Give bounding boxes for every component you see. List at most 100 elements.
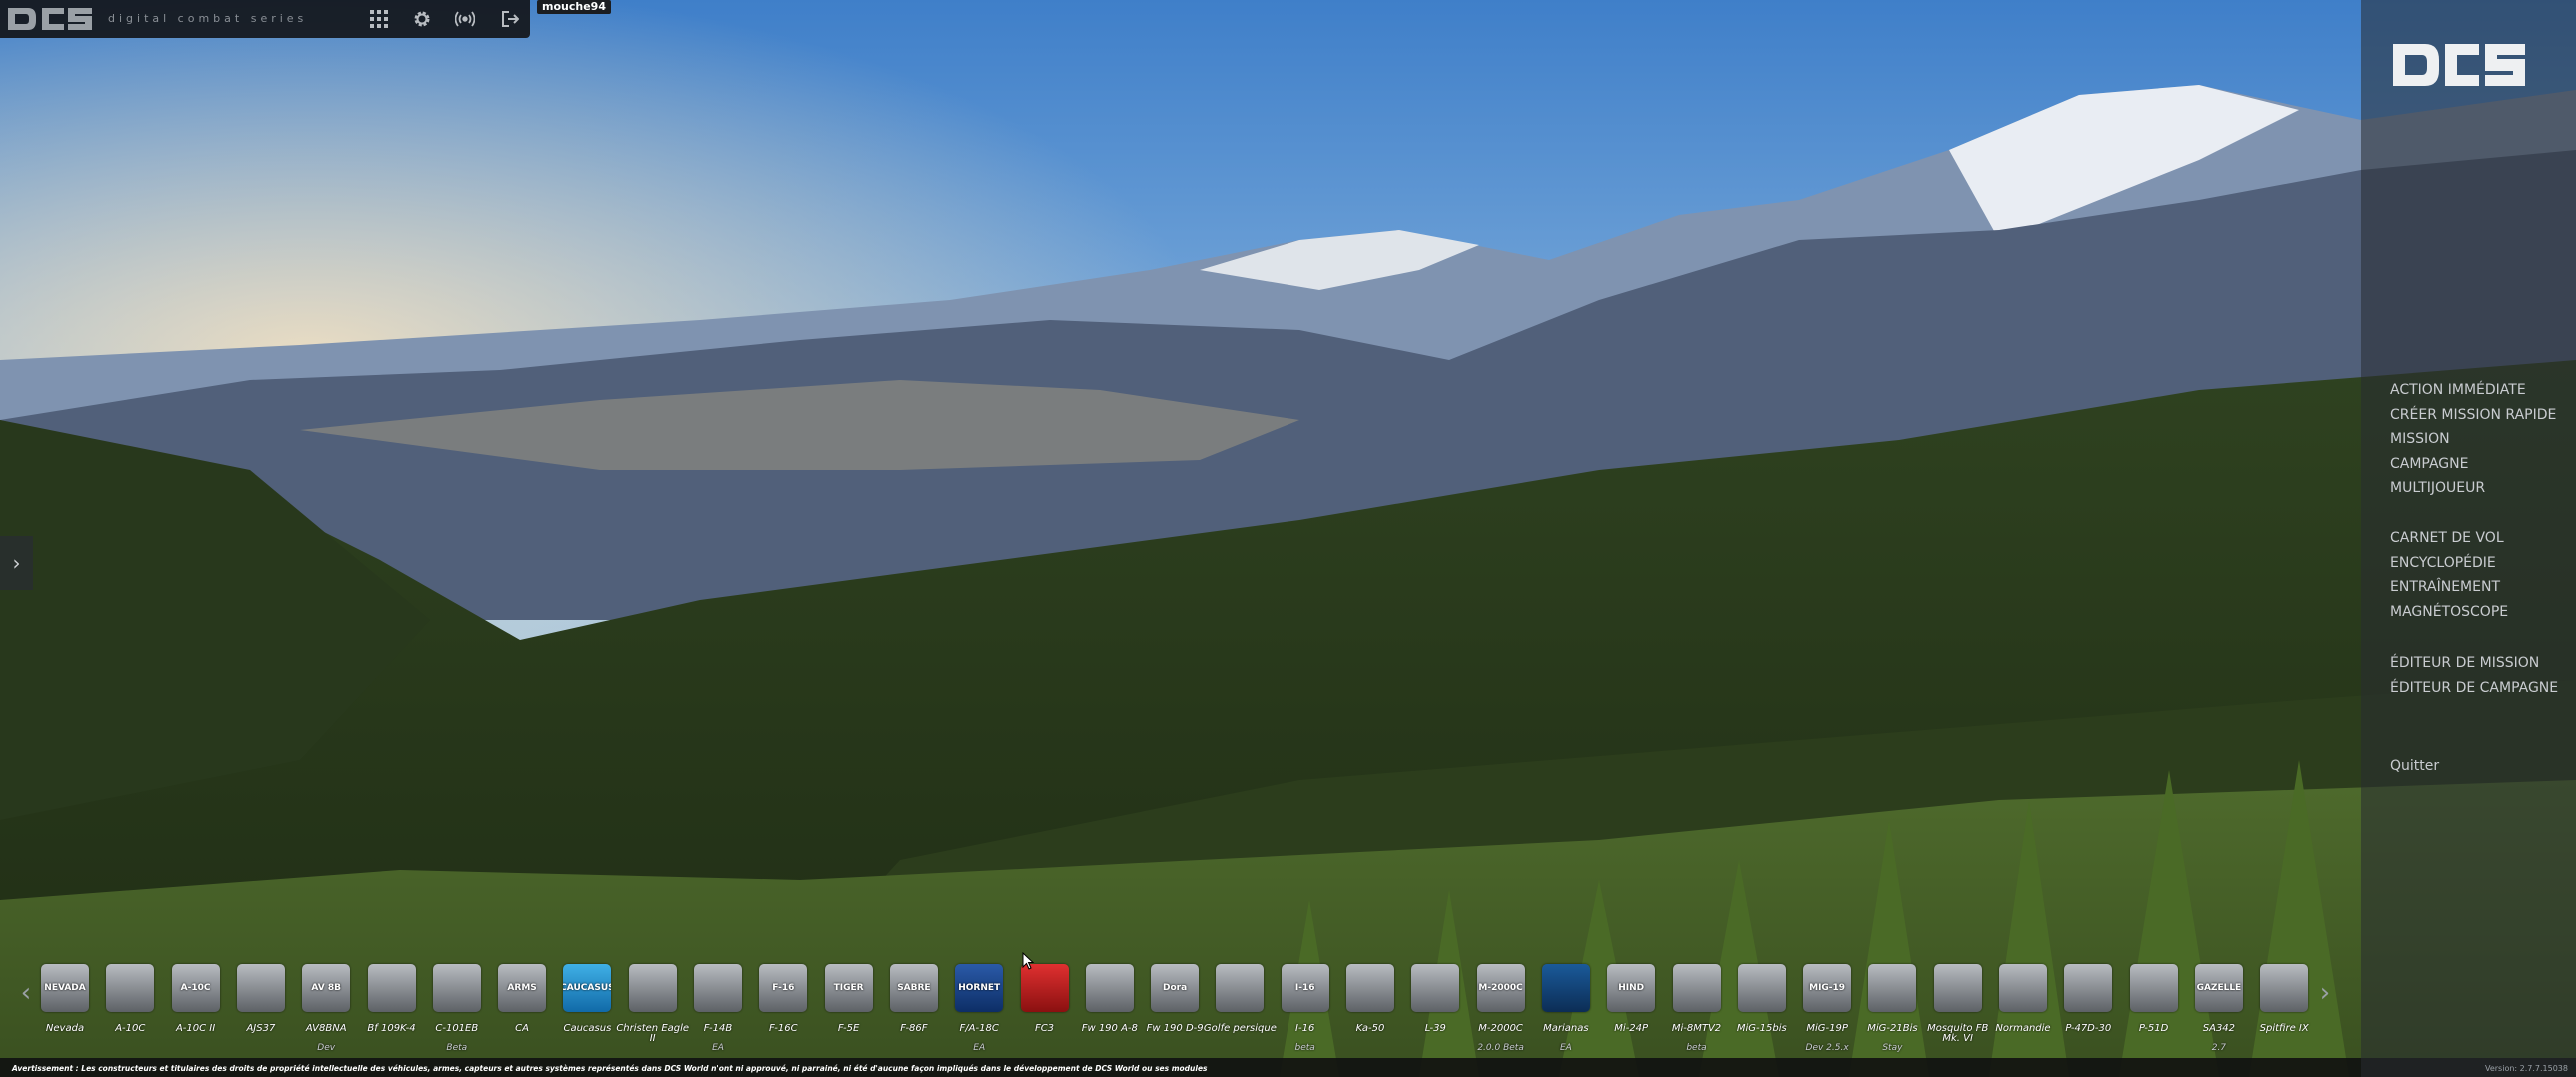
module-tile[interactable]: GAZELLE SA342 2.7 xyxy=(2189,964,2249,1054)
module-status: beta xyxy=(1294,1043,1315,1053)
modules-scroll-right[interactable]: › xyxy=(2315,978,2335,1008)
module-tile[interactable]: HIND Mi-24P xyxy=(1601,964,1661,1054)
module-badge-label: TIGER xyxy=(833,983,864,993)
module-tile[interactable]: A-10C A-10C II xyxy=(166,964,226,1054)
module-tile[interactable]: Bf 109K-4 xyxy=(362,964,422,1054)
module-tile[interactable]: Christen Eagle II xyxy=(616,964,689,1054)
menu-item[interactable]: MISSION xyxy=(2390,431,2450,447)
module-tile[interactable]: SABRE F-86F xyxy=(884,964,944,1054)
version-text: Version: 2.7.7.15038 xyxy=(2484,1064,2568,1073)
main-menu-panel: ACTION IMMÉDIATE CRÉER MISSION RAPIDE MISS… xyxy=(2361,0,2576,1077)
module-badge-label: CAUCASUS xyxy=(563,983,612,993)
module-badge: HORNET xyxy=(955,964,1004,1012)
menu-item[interactable]: MAGNÉTOSCOPE xyxy=(2390,604,2508,620)
disclaimer-text: Avertissement : Les constructeurs et tit… xyxy=(12,1064,1208,1073)
module-tile[interactable]: CAUCASUS Caucasus xyxy=(557,964,617,1054)
module-badge-label: A-10C xyxy=(180,983,211,993)
module-badge xyxy=(1999,964,2047,1012)
module-tile[interactable]: ARMS CA xyxy=(492,964,552,1054)
menu-item[interactable]: CRÉER MISSION RAPIDE xyxy=(2390,407,2556,423)
module-status: EA xyxy=(1559,1043,1572,1053)
module-badge xyxy=(1737,964,1786,1012)
menu-item[interactable]: ACTION IMMÉDIATE xyxy=(2390,382,2526,398)
menu-item[interactable]: MULTIJOUEUR xyxy=(2390,480,2485,496)
settings-button[interactable] xyxy=(409,6,435,32)
module-status: Dev xyxy=(317,1043,336,1053)
module-tile[interactable]: P-47D-30 xyxy=(2058,964,2118,1054)
module-badge-label: GAZELLE xyxy=(2196,983,2242,993)
module-tile[interactable]: HORNET F/A-18C EA xyxy=(949,964,1009,1054)
module-badge: ARMS xyxy=(498,964,547,1012)
module-name: Spitfire IX xyxy=(2259,1023,2309,1034)
module-tile[interactable]: A-10C xyxy=(100,964,160,1054)
logout-icon xyxy=(502,11,519,27)
module-tile[interactable]: Normandie xyxy=(1993,964,2053,1054)
module-tile[interactable]: AJS37 xyxy=(231,964,291,1054)
module-tile[interactable]: M-2000C M-2000C 2.0.0 Beta xyxy=(1471,964,1531,1054)
module-tile[interactable]: TIGER F-5E xyxy=(819,964,879,1054)
menu-item[interactable]: CARNET DE VOL xyxy=(2390,530,2504,546)
module-tile[interactable]: AV 8B AV8BNA Dev xyxy=(296,964,356,1054)
modules-grid-button[interactable] xyxy=(366,6,392,32)
module-tile[interactable]: Ka-50 xyxy=(1340,964,1400,1054)
module-tile[interactable]: P-51D xyxy=(2124,964,2184,1054)
module-badge xyxy=(1868,964,1917,1012)
module-status: EA xyxy=(973,1043,986,1053)
left-panel-toggle[interactable]: › xyxy=(0,536,33,590)
module-tile[interactable]: NEVADA Nevada xyxy=(35,964,95,1054)
network-button[interactable] xyxy=(452,6,478,32)
grid-icon xyxy=(370,10,388,28)
module-tile[interactable]: Golfe persique xyxy=(1204,964,1277,1054)
module-badge xyxy=(432,964,481,1012)
module-badge xyxy=(1216,964,1265,1012)
module-badge: Dora xyxy=(1151,964,1200,1012)
module-badge: AV 8B xyxy=(302,964,351,1012)
module-badge-label: Dora xyxy=(1163,983,1188,993)
top-toolbar: digital combat series xyxy=(0,0,530,38)
module-status: beta xyxy=(1686,1043,1707,1053)
module-badge xyxy=(1085,964,1134,1012)
module-badge-label: NEVADA xyxy=(44,983,86,993)
module-tile[interactable]: L-39 xyxy=(1405,964,1465,1054)
module-tile[interactable]: Mosquito FB Mk. VI xyxy=(1927,964,1988,1054)
menu-item[interactable]: CAMPAGNE xyxy=(2390,456,2468,472)
module-badge xyxy=(2129,964,2178,1012)
module-tile[interactable]: MiG-21Bis Stay xyxy=(1862,964,1922,1054)
module-tile[interactable]: F-14B EA xyxy=(688,964,748,1054)
module-tile[interactable]: I-16 I-16 beta xyxy=(1276,964,1335,1054)
chevron-left-icon: ‹ xyxy=(20,978,32,1008)
module-tile[interactable]: C-101EB Beta xyxy=(427,964,487,1054)
module-tile[interactable]: Mi-8MTV2 beta xyxy=(1667,964,1727,1054)
module-tile[interactable]: F-16 F-16C xyxy=(753,964,813,1054)
module-tile[interactable]: MIG-19 MiG-19P Dev 2.5.x xyxy=(1797,964,1857,1054)
menu-item[interactable]: ÉDITEUR DE CAMPAGNE xyxy=(2390,680,2558,696)
module-status: 2.7 xyxy=(2211,1043,2227,1053)
module-badge-label: HIND xyxy=(1618,983,1645,993)
mouse-cursor-icon xyxy=(1022,952,1034,970)
module-tile[interactable]: FC3 xyxy=(1015,964,1075,1054)
module-badge-label: SABRE xyxy=(897,983,931,993)
module-badge-label: F-16 xyxy=(772,983,795,993)
module-badge-label: M-2000C xyxy=(1478,983,1523,993)
menu-item[interactable]: ENCYCLOPÉDIE xyxy=(2390,555,2496,571)
module-tile[interactable]: Fw 190 A-8 xyxy=(1080,964,1140,1054)
module-badge: GAZELLE xyxy=(2194,964,2243,1012)
module-badge xyxy=(1346,964,1394,1012)
module-status: EA xyxy=(712,1043,724,1053)
modules-scroll-left[interactable]: ‹ xyxy=(16,978,36,1008)
module-tile[interactable]: Marianas EA xyxy=(1536,964,1596,1054)
logout-button[interactable] xyxy=(497,6,523,32)
background-landscape xyxy=(0,0,2576,1077)
module-badge-label: HORNET xyxy=(958,983,1001,993)
module-tile[interactable]: Spitfire IX xyxy=(2254,964,2314,1054)
module-badge xyxy=(694,964,742,1012)
module-tile[interactable]: Dora Fw 190 D-9 xyxy=(1145,964,1205,1054)
menu-item[interactable]: ENTRAÎNEMENT xyxy=(2390,579,2500,595)
module-badge: HIND xyxy=(1607,964,1656,1012)
module-badge xyxy=(628,964,677,1012)
menu-item[interactable]: ÉDITEUR DE MISSION xyxy=(2390,655,2539,671)
gear-icon xyxy=(414,11,430,27)
menu-item[interactable]: Quitter xyxy=(2390,758,2439,774)
module-tile[interactable]: MiG-15bis xyxy=(1732,964,1792,1054)
module-badge xyxy=(367,964,416,1012)
